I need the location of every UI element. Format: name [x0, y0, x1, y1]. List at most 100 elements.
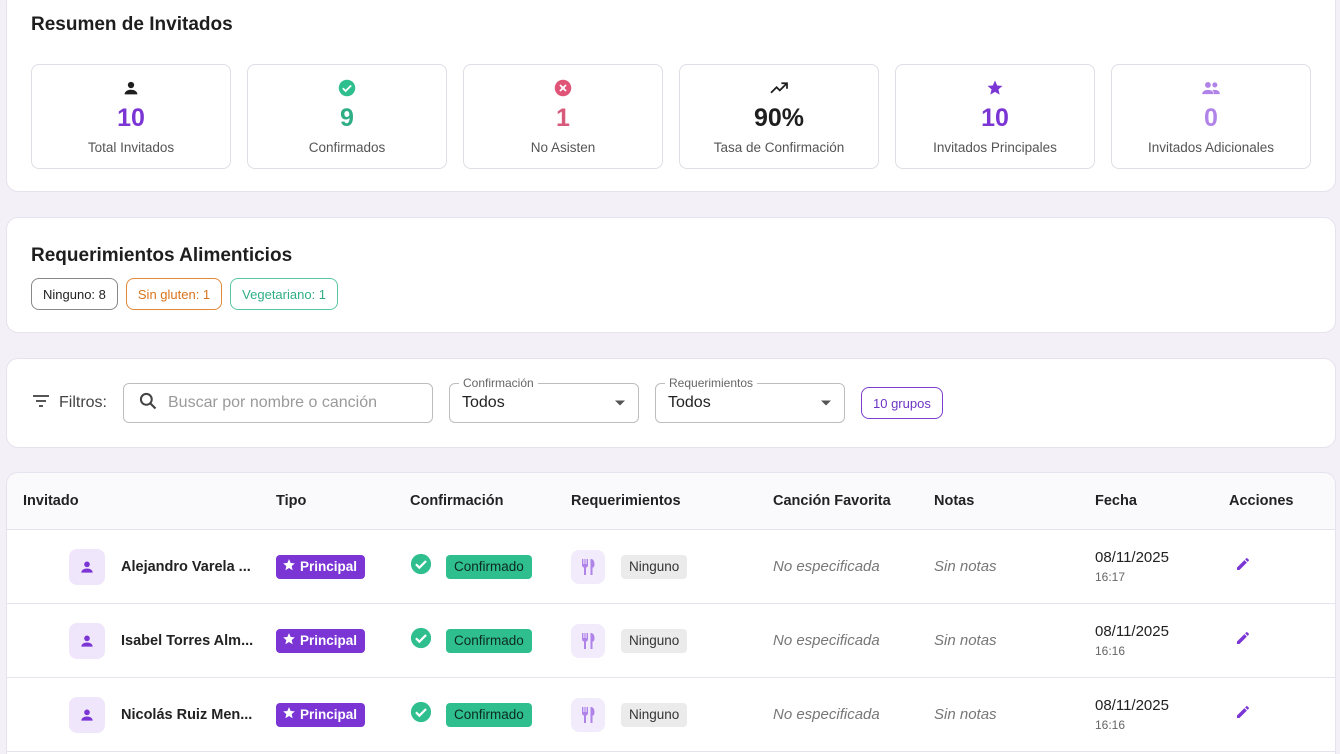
stat-label: Confirmados [308, 140, 386, 155]
confirmation-badge: Confirmado [446, 628, 532, 653]
star-icon [282, 558, 296, 575]
guest-summary-card: Resumen de Invitados 10 Total Invitados … [6, 0, 1336, 192]
star-icon [282, 632, 296, 649]
stat-label: Tasa de Confirmación [713, 140, 845, 155]
notes: Sin notas [934, 706, 997, 723]
stat-not-attending: 1 No Asisten [463, 64, 663, 169]
favorite-song: No especificada [773, 706, 880, 723]
header-notes[interactable]: Notas [934, 473, 1095, 529]
confirmation-select[interactable]: Confirmación Todos [449, 376, 639, 423]
stat-value: 1 [556, 104, 570, 132]
groups-count-badge: 10 grupos [861, 387, 943, 419]
edit-icon[interactable] [1235, 630, 1251, 651]
stat-additional-guests: 0 Invitados Adicionales [1111, 64, 1311, 169]
check-circle-icon [410, 627, 432, 654]
table-row: Isabel Torres Alm... Principal Confirmad… [7, 604, 1335, 678]
time: 16:16 [1095, 644, 1126, 658]
type-badge: Principal [276, 628, 366, 653]
date: 08/11/2025 [1095, 697, 1169, 714]
header-actions: Acciones [1229, 493, 1294, 509]
type-badge: Principal [276, 554, 366, 579]
stat-value: 10 [117, 104, 145, 132]
dropdown-arrow-icon [820, 394, 832, 412]
requirements-select-legend: Requerimientos [665, 376, 758, 390]
header-requirements[interactable]: Requerimientos [571, 473, 773, 529]
header-song[interactable]: Canción Favorita [773, 473, 934, 529]
star-icon [282, 706, 296, 723]
person-icon [122, 77, 140, 99]
time: 16:17 [1095, 570, 1126, 584]
table-row: Nicolás Ruiz Men... Principal Confirmado… [7, 678, 1335, 752]
avatar [69, 696, 105, 733]
requirements-select[interactable]: Requerimientos Todos [655, 376, 845, 423]
search-box[interactable] [123, 383, 433, 423]
diet-title: Requerimientos Alimenticios [31, 245, 293, 266]
restaurant-icon [571, 549, 605, 584]
type-label: Principal [300, 707, 358, 722]
table-row: Alejandro Varela ... Principal Confirmad… [7, 530, 1335, 604]
cancel-circle-icon [554, 77, 572, 99]
requirement-badge: Ninguno [621, 628, 688, 653]
filter-list-icon [31, 393, 51, 414]
guests-table: Invitado Tipo Confirmación Requerimiento… [6, 472, 1336, 754]
restaurant-icon [571, 623, 605, 658]
requirement-badge: Ninguno [621, 554, 688, 579]
search-icon [138, 391, 158, 416]
dietary-requirements-card: Requerimientos Alimenticios Ninguno: 8 S… [6, 217, 1336, 333]
check-circle-icon [338, 77, 356, 99]
restaurant-icon [571, 697, 605, 732]
filters-label-text: Filtros: [59, 394, 107, 411]
date: 08/11/2025 [1095, 623, 1169, 640]
header-confirmation[interactable]: Confirmación [410, 473, 571, 529]
notes: Sin notas [934, 632, 997, 649]
confirmation-select-value: Todos [462, 394, 505, 411]
search-input[interactable] [168, 394, 408, 412]
group-icon [1201, 77, 1221, 99]
confirmation-select-legend: Confirmación [459, 376, 538, 390]
type-badge: Principal [276, 702, 366, 727]
header-guest[interactable]: Invitado [7, 473, 276, 529]
guest-name: Nicolás Ruiz Men... [121, 706, 253, 723]
chip-gluten-free[interactable]: Sin gluten: 1 [125, 278, 223, 310]
chip-vegetarian[interactable]: Vegetariano: 1 [230, 278, 339, 310]
stat-main-guests: 10 Invitados Principales [895, 64, 1095, 169]
dropdown-arrow-icon [614, 394, 626, 412]
notes: Sin notas [934, 558, 997, 575]
stat-value: 9 [340, 104, 354, 132]
stat-label: Total Invitados [87, 140, 175, 155]
stat-label: Invitados Principales [933, 140, 1057, 155]
chip-none[interactable]: Ninguno: 8 [31, 278, 118, 310]
guest-name: Isabel Torres Alm... [121, 632, 254, 649]
stat-value: 90% [753, 104, 805, 132]
stat-value: 0 [1204, 104, 1218, 132]
type-label: Principal [300, 559, 358, 574]
favorite-song: No especificada [773, 632, 880, 649]
requirements-select-value: Todos [668, 394, 711, 411]
check-circle-icon [410, 701, 432, 728]
check-circle-icon [410, 553, 432, 580]
header-date[interactable]: Fecha [1095, 473, 1229, 529]
guest-name: Alejandro Varela ... [121, 558, 251, 575]
summary-title: Resumen de Invitados [31, 14, 233, 35]
requirement-badge: Ninguno [621, 702, 688, 727]
confirmation-badge: Confirmado [446, 702, 532, 727]
stat-total-guests: 10 Total Invitados [31, 64, 231, 169]
stat-value: 10 [981, 104, 1009, 132]
header-type[interactable]: Tipo [276, 473, 410, 529]
time: 16:16 [1095, 718, 1126, 732]
avatar [69, 622, 105, 659]
stat-confirmation-rate: 90% Tasa de Confirmación [679, 64, 879, 169]
edit-icon[interactable] [1235, 556, 1251, 577]
stats-row: 10 Total Invitados 9 Confirmados 1 No As… [31, 64, 1311, 169]
stat-confirmed: 9 Confirmados [247, 64, 447, 169]
filters-card: Filtros: Confirmación Todos Requerimient… [6, 358, 1336, 448]
diet-chips: Ninguno: 8 Sin gluten: 1 Vegetariano: 1 [31, 278, 339, 310]
filters-label: Filtros: [31, 393, 107, 414]
trending-up-icon [769, 77, 789, 99]
star-icon [986, 77, 1004, 99]
stat-label: No Asisten [530, 140, 596, 155]
table-header: Invitado Tipo Confirmación Requerimiento… [7, 473, 1335, 530]
date: 08/11/2025 [1095, 549, 1169, 566]
edit-icon[interactable] [1235, 704, 1251, 725]
type-label: Principal [300, 633, 358, 648]
